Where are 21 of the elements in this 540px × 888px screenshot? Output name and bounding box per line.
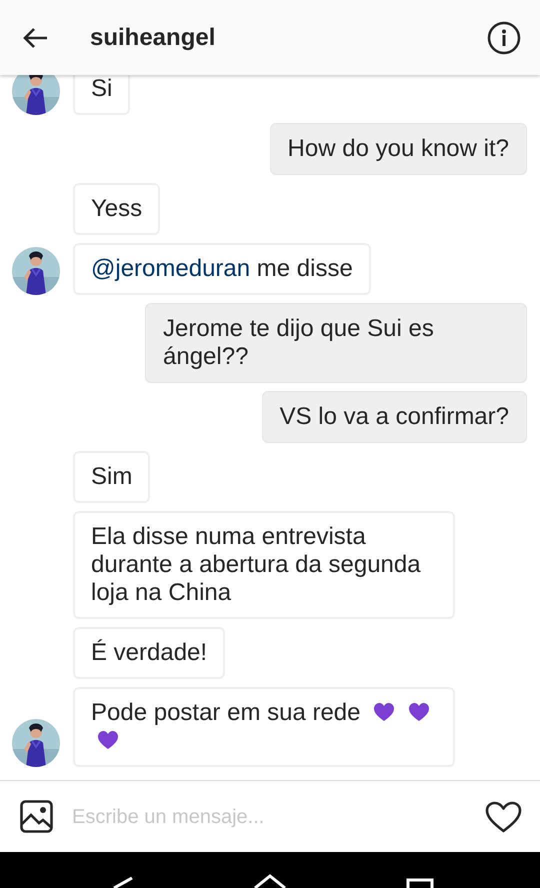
message-bubble: VS lo va a confirmar?: [262, 391, 527, 443]
message-bubble: Yess: [73, 183, 160, 235]
message-bubble: Sim: [73, 451, 150, 503]
heart-icon: [373, 702, 396, 722]
heart-icon[interactable]: [485, 800, 522, 832]
chat-title: suiheangel: [90, 22, 216, 52]
message-bubble: How do you know it?: [270, 123, 527, 175]
message-bubble: É verdade!: [73, 627, 226, 679]
nav-home-icon[interactable]: [253, 874, 287, 888]
message-input[interactable]: Escribe un mensaje...: [72, 802, 485, 832]
message-text: me disse: [256, 255, 353, 282]
message-bubble: Jerome te dijo que Sui es ángel??: [145, 303, 527, 383]
message-text: Pode postar em sua rede: [91, 699, 360, 726]
heart-icon: [97, 730, 119, 750]
mention-link[interactable]: @jeromeduran: [91, 255, 250, 282]
heart-icon: [408, 702, 430, 722]
nav-recents-icon[interactable]: [406, 878, 434, 888]
image-icon[interactable]: [20, 800, 53, 833]
back-arrow-icon[interactable]: [22, 26, 48, 48]
message-bubble: Ela disse numa entrevista durante a abertura da segunda loja na China: [73, 511, 455, 619]
info-icon[interactable]: [487, 20, 521, 54]
